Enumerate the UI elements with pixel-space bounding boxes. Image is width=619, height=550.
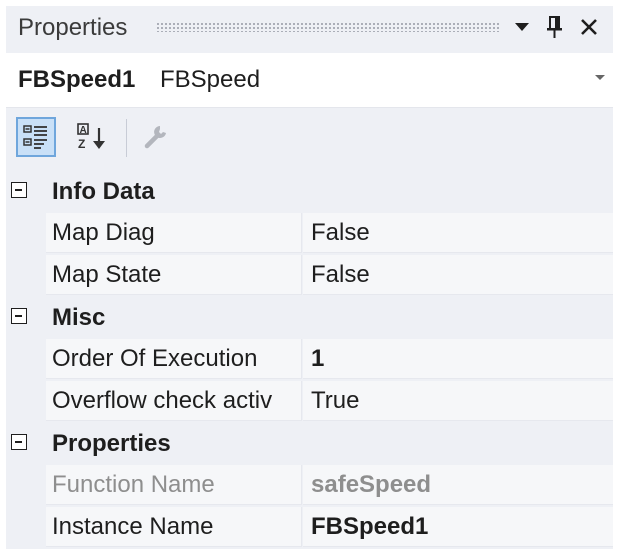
category-label: Misc [52,304,106,331]
properties-toolbar: A Z [6,109,613,169]
category-properties[interactable]: Properties [6,423,613,465]
selected-object-name: FBSpeed1 [18,66,136,93]
toolbar-separator [126,119,127,157]
property-row-instance-name[interactable]: Instance Name FBSpeed1 [6,507,613,549]
property-value[interactable]: 1 [303,339,613,379]
property-row-function-name[interactable]: Function Name safeSpeed [6,465,613,507]
window-dropdown-button[interactable] [509,14,535,40]
category-label: Info Data [52,178,155,205]
property-name: Map State [46,255,302,295]
property-row-map-diag[interactable]: Map Diag False [6,213,613,255]
selected-object-type: FBSpeed [160,66,261,93]
categorized-button[interactable] [16,117,56,157]
panel-titlebar[interactable]: Properties [6,6,613,48]
property-name: Map Diag [46,213,302,253]
property-name: Overflow check activ [46,381,302,421]
properties-panel: Properties FBSpeed1 FBSpeed A Z Info Dat… [6,6,613,549]
svg-text:Z: Z [78,137,85,151]
property-value[interactable]: FBSpeed1 [303,507,613,547]
property-row-order-of-execution[interactable]: Order Of Execution 1 [6,339,613,381]
property-value[interactable]: True [303,381,613,421]
property-row-overflow-check[interactable]: Overflow check activ True [6,381,613,423]
titlebar-grip [156,22,501,32]
close-icon [581,19,597,35]
property-name: Instance Name [46,507,302,547]
collapse-icon[interactable] [11,308,27,324]
category-misc[interactable]: Misc [6,297,613,339]
property-name: Order Of Execution [46,339,302,379]
categorized-icon [23,125,47,149]
category-label: Properties [52,430,171,457]
property-name: Function Name [46,465,302,505]
chevron-down-icon[interactable] [595,75,605,80]
property-value: safeSpeed [303,465,613,505]
collapse-icon[interactable] [11,182,27,198]
property-value[interactable]: False [303,255,613,295]
chevron-down-icon [515,23,529,31]
wrench-icon [144,126,166,149]
alphabetical-button[interactable]: A Z [72,117,112,157]
property-grid: Info Data Map Diag False Map State False… [6,171,613,549]
close-button[interactable] [576,14,602,40]
pin-icon [547,16,562,38]
alphabetical-icon: A Z [77,123,105,151]
object-selector[interactable]: FBSpeed1 FBSpeed [6,53,613,108]
collapse-icon[interactable] [11,434,27,450]
pin-button[interactable] [541,14,567,40]
property-value[interactable]: False [303,213,613,253]
property-pages-button[interactable] [136,117,176,157]
category-info-data[interactable]: Info Data [6,171,613,213]
property-row-map-state[interactable]: Map State False [6,255,613,297]
panel-title: Properties [18,14,128,41]
svg-text:A: A [80,125,87,136]
